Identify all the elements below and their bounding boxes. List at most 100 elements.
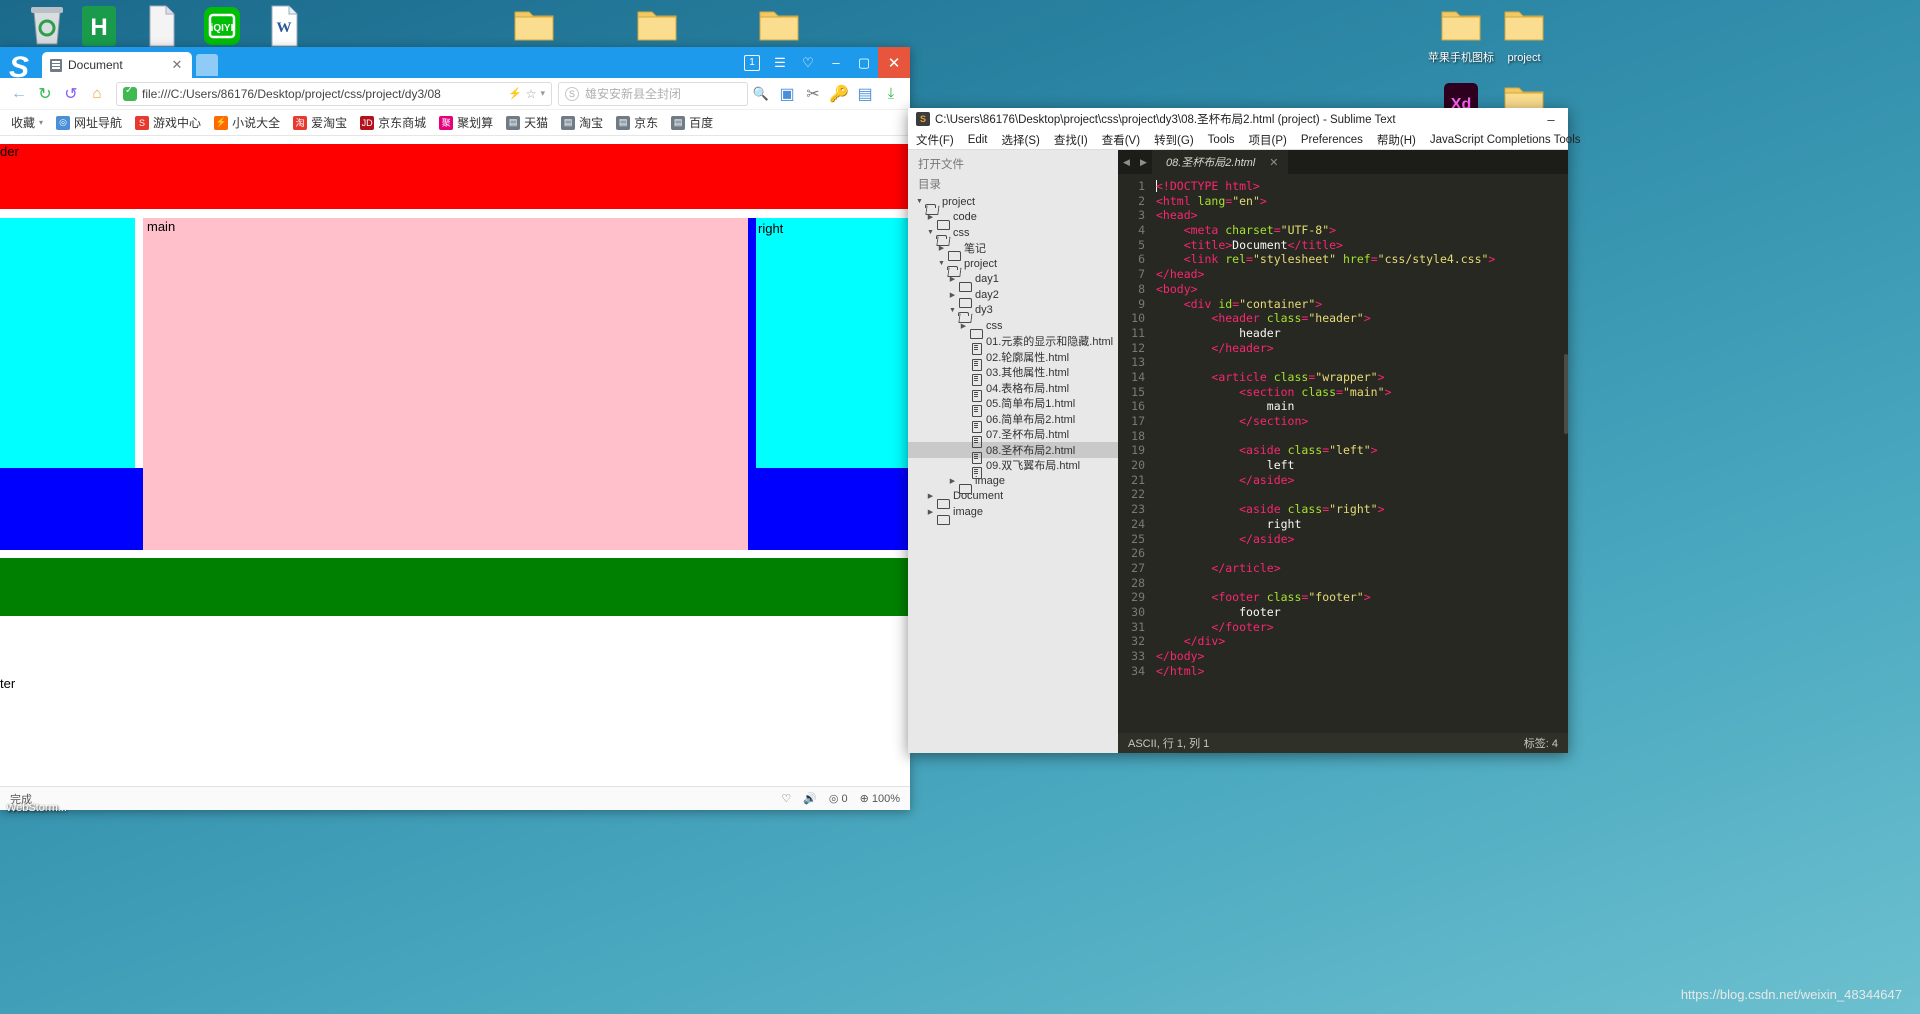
search-box[interactable]: S 雄安安新县全封闭 <box>558 81 748 106</box>
tree-folder-item[interactable]: ▶ css <box>908 318 1118 339</box>
bookmark-8[interactable]: ▤ 淘宝 <box>556 112 608 133</box>
code-content[interactable]: <!DOCTYPE html> <html lang="en"> <head> <m… <box>1152 174 1568 733</box>
disclosure-arrow-icon[interactable]: ▼ <box>947 307 958 314</box>
page-header-label: der <box>0 144 19 159</box>
search-icon[interactable]: 🔍 <box>748 81 774 107</box>
line-number: 9 <box>1138 296 1145 311</box>
tree-folder-item[interactable]: ▶ code <box>908 210 1118 231</box>
folder-icon-2[interactable] <box>620 4 694 52</box>
bookmark-1[interactable]: ◎ 网址导航 <box>51 112 127 133</box>
shield-icon[interactable]: ♡ <box>781 792 791 805</box>
sidebar-heading-0: 打开文件 <box>918 159 964 171</box>
disclosure-arrow-icon[interactable]: ▶ <box>947 291 958 299</box>
tree-file-item[interactable]: 05.简单布局1.html <box>908 396 1118 418</box>
chevron-down-icon[interactable]: ▾ <box>39 118 43 127</box>
menu-item-8[interactable]: Preferences <box>1301 134 1363 146</box>
menu-item-4[interactable]: 查看(V) <box>1102 132 1140 148</box>
tree-file-item[interactable]: 03.其他属性.html <box>908 365 1118 387</box>
menu-item-7[interactable]: 项目(P) <box>1249 132 1287 148</box>
disclosure-arrow-icon[interactable]: ▼ <box>925 229 936 236</box>
encoding-position: ASCII, 行 1, 列 1 <box>1128 738 1210 750</box>
code-line: <!DOCTYPE html> <box>1156 179 1260 193</box>
tree-folder-item[interactable]: ▼ project <box>908 256 1118 272</box>
tree-file-item[interactable]: 04.表格布局.html <box>908 380 1118 402</box>
bookmark-10[interactable]: ▤ 百度 <box>666 112 718 133</box>
tree-folder-item[interactable]: ▶ image <box>908 473 1118 494</box>
disclosure-arrow-icon[interactable]: ▶ <box>925 492 936 500</box>
line-number: 17 <box>1131 414 1145 428</box>
tab-next-icon[interactable]: ▶ <box>1140 157 1147 168</box>
magnifier-icon[interactable]: 🔑 <box>826 81 852 107</box>
tab-prev-icon[interactable]: ◀ <box>1123 157 1130 168</box>
menu-item-1[interactable]: Edit <box>968 134 988 146</box>
mute-icon[interactable]: 🔊 <box>803 792 817 805</box>
browser-tab[interactable]: Document ✕ <box>42 52 192 78</box>
disclosure-arrow-icon[interactable]: ▼ <box>914 198 925 205</box>
menu-item-10[interactable]: JavaScript Completions Tools <box>1430 134 1581 146</box>
favorite-icon[interactable]: ♡ <box>794 47 822 78</box>
cookie-icon[interactable]: ◎ 0 <box>829 792 848 806</box>
bookmark-star-icon[interactable]: ☆ <box>526 87 537 101</box>
bookmark-5[interactable]: JD 京东商城 <box>355 112 431 133</box>
page-wrapper-block: main right <box>0 218 910 550</box>
code-line: </section> <box>1239 414 1309 428</box>
screenshot-icon[interactable]: ▤ <box>852 81 878 107</box>
bookmark-4[interactable]: 淘爱淘宝 <box>288 112 352 133</box>
address-bar[interactable]: file:///C:/Users/86176/Desktop/project/c… <box>116 81 552 106</box>
bookmark-3[interactable]: ⚡ 小说大全 <box>209 112 285 133</box>
close-tab-icon[interactable]: ✕ <box>170 57 184 73</box>
menu-item-9[interactable]: 帮助(H) <box>1377 132 1416 148</box>
close-window-button[interactable]: ✕ <box>878 47 910 78</box>
history-icon[interactable]: ↺ <box>58 81 84 107</box>
new-tab-button[interactable] <box>196 54 218 76</box>
tree-file-item[interactable]: 07.圣杯布局.html <box>908 427 1118 449</box>
tree-folder-item[interactable]: ▶ day1 <box>908 272 1118 293</box>
bookmark-9[interactable]: ▤ 京东 <box>611 112 663 133</box>
folder-icon-1[interactable] <box>497 4 571 52</box>
tab-scroll-arrows[interactable]: ◀ ▶ <box>1118 150 1152 174</box>
home-icon[interactable]: ⌂ <box>84 81 110 107</box>
menu-item-6[interactable]: Tools <box>1208 134 1235 146</box>
menu-item-3[interactable]: 查找(I) <box>1054 132 1088 148</box>
tree-file-item[interactable]: 06.简单布局2.html <box>908 411 1118 433</box>
editor-scrollbar[interactable] <box>1564 354 1568 434</box>
bookmark-7[interactable]: ▤ 天猫 <box>501 112 553 133</box>
line-number: 8 <box>1138 281 1145 296</box>
minimize-button[interactable]: – <box>822 47 850 78</box>
tree-file-item[interactable]: 01.元素的显示和隐藏.html <box>908 334 1118 356</box>
zoom-level[interactable]: ⊕ 100% <box>860 792 900 806</box>
lightning-icon[interactable]: ⚡ <box>508 87 522 100</box>
sublime-minimize-button[interactable]: – <box>1538 112 1564 127</box>
tree-folder-item[interactable]: ▼ project <box>908 194 1118 210</box>
translate-icon[interactable]: ▣ <box>774 81 800 107</box>
tree-folder-item[interactable]: ▼ dy3 <box>908 303 1118 319</box>
chevron-down-icon[interactable]: ▾ <box>540 88 545 99</box>
webstorm-watermark: WebStorm... <box>6 802 67 814</box>
disclosure-arrow-icon[interactable]: ▼ <box>936 260 947 267</box>
word-doc-icon[interactable]: W <box>247 4 321 52</box>
folder-icon-3[interactable] <box>742 4 816 52</box>
menu-item-2[interactable]: 选择(S) <box>1002 132 1040 148</box>
sublime-editor-tab[interactable]: 08.圣杯布局2.html ✕ <box>1152 150 1289 174</box>
disclosure-arrow-icon[interactable]: ▶ <box>947 477 958 485</box>
browser-menu-icon[interactable]: ☰ <box>766 47 794 78</box>
bookmark-2[interactable]: S 游戏中心 <box>130 112 206 133</box>
word-doc-icon-glyph: W <box>261 4 307 50</box>
skin-button[interactable]: 1 <box>738 47 766 78</box>
code-editor[interactable]: 1 2 3 4 5 6 7 8 9 10 11 12 13 14 15 16 17 18 19 20 21 22 23 24 2… <box>1118 174 1568 733</box>
menu-item-0[interactable]: 文件(F) <box>916 132 954 148</box>
bookmark-6[interactable]: 聚聚划算 <box>434 112 498 133</box>
disclosure-arrow-icon[interactable]: ▶ <box>925 508 936 516</box>
tree-folder-item[interactable]: ▶ day2 <box>908 287 1118 308</box>
tree-file-item[interactable]: 09.双飞翼布局.html <box>908 458 1118 480</box>
tree-file-item[interactable]: 02.轮廓属性.html <box>908 349 1118 371</box>
download-icon[interactable]: ⤓ <box>878 81 904 107</box>
maximize-button[interactable]: ▢ <box>850 47 878 78</box>
tree-folder-item[interactable]: ▶ Document <box>908 489 1118 510</box>
tree-file-item[interactable]: 08.圣杯布局2.html <box>908 442 1118 464</box>
scissors-icon[interactable]: ✂ <box>800 81 826 107</box>
close-tab-icon[interactable]: ✕ <box>1269 156 1278 169</box>
bookmark-0[interactable]: 收藏 ▾ <box>6 112 48 133</box>
menu-item-5[interactable]: 转到(G) <box>1154 132 1194 148</box>
folder-project[interactable]: project <box>1487 4 1561 64</box>
